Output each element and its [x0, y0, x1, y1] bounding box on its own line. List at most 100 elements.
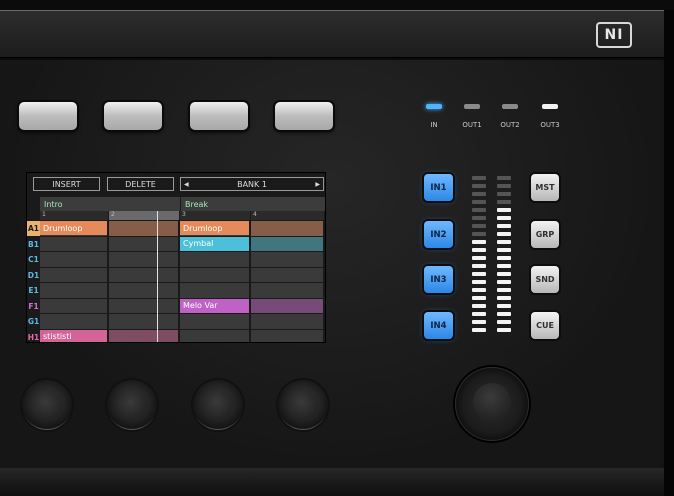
clip-continuation — [109, 221, 178, 236]
clip-slot[interactable] — [251, 314, 323, 329]
knob-cap — [32, 390, 62, 420]
input-button-in1[interactable]: IN1 — [424, 174, 453, 201]
group-label-b1[interactable]: B1 — [27, 237, 40, 252]
encoder-cap — [473, 383, 511, 421]
group-label-e1[interactable]: E1 — [27, 283, 40, 298]
knob-1[interactable] — [22, 380, 72, 430]
meter-left-segment — [472, 192, 486, 196]
clip[interactable]: Drumloop — [40, 221, 107, 235]
meter-right-segment — [497, 264, 511, 268]
clip-slot[interactable] — [109, 283, 178, 298]
clip[interactable]: Melo Var — [180, 298, 249, 313]
meter-right-segment — [497, 256, 511, 260]
meter-right-segment — [497, 192, 511, 196]
bank-label: BANK 1 — [237, 179, 267, 189]
clip[interactable]: Cymbal — [180, 236, 249, 251]
clip[interactable]: Drumloop — [180, 221, 249, 235]
bank-next-icon[interactable]: ▶ — [315, 181, 320, 188]
clip-slot[interactable] — [180, 267, 249, 282]
meter-right-segment — [497, 280, 511, 284]
meter-right-segment — [497, 208, 511, 212]
top-panel — [0, 10, 664, 58]
clip-slot[interactable] — [251, 283, 323, 298]
led-in — [426, 104, 442, 109]
clip-slot[interactable] — [109, 267, 178, 282]
cue-button[interactable]: CUE — [531, 312, 559, 339]
meter-right-segment — [497, 320, 511, 324]
led-out3 — [542, 104, 558, 109]
input-button-in4[interactable]: IN4 — [424, 312, 453, 339]
knob-3[interactable] — [193, 380, 243, 430]
soft-button-2[interactable] — [104, 102, 162, 130]
meter-right-segment — [497, 328, 511, 332]
meter-right-segment — [497, 296, 511, 300]
clip[interactable]: stististi — [40, 329, 107, 342]
soft-button-1[interactable] — [19, 102, 77, 130]
clip-grid: 1 2 3 4 A1 B1 C1 D1 E1 F1 G1 H1 Drumloop Drumloop Cymb… — [27, 211, 325, 342]
meter-right-segment — [497, 248, 511, 252]
led-label: IN — [430, 121, 438, 129]
group-label-d1[interactable]: D1 — [27, 268, 40, 283]
meter-left-segment — [472, 264, 486, 268]
clip-slot[interactable] — [180, 252, 249, 267]
scene-break[interactable]: Break — [181, 197, 325, 211]
meter-left-segment — [472, 216, 486, 220]
meter-right-segment — [497, 216, 511, 220]
meter-right-segment — [497, 312, 511, 316]
knob-4[interactable] — [278, 380, 328, 430]
knob-cap — [117, 390, 147, 420]
snd-button[interactable]: SND — [531, 266, 559, 293]
clip-slot[interactable] — [40, 267, 107, 282]
knob-2[interactable] — [107, 380, 157, 430]
grp-button[interactable]: GRP — [531, 221, 559, 248]
meter-left-segment — [472, 200, 486, 204]
clip-slot[interactable] — [180, 314, 249, 329]
clip-slot[interactable] — [40, 236, 107, 251]
led-label: OUT2 — [500, 121, 520, 129]
clip-slot[interactable] — [109, 236, 178, 251]
clip-slot[interactable] — [109, 298, 178, 313]
meter-left-segment — [472, 296, 486, 300]
soft-button-4[interactable] — [275, 102, 333, 130]
clip-slot[interactable] — [40, 283, 107, 298]
scene-intro[interactable]: Intro — [40, 197, 180, 211]
volume-encoder[interactable] — [455, 367, 529, 441]
meter-left-segment — [472, 224, 486, 228]
meter-left-segment — [472, 312, 486, 316]
mst-button[interactable]: MST — [531, 174, 559, 201]
delete-button[interactable]: DELETE — [107, 177, 174, 191]
meter-right-segment — [497, 240, 511, 244]
bank-selector[interactable]: ◀ BANK 1 ▶ — [180, 177, 324, 191]
input-button-in2[interactable]: IN2 — [424, 221, 453, 248]
clip-continuation — [251, 236, 323, 251]
group-label-a1[interactable]: A1 — [27, 221, 40, 236]
clip-slot[interactable] — [40, 314, 107, 329]
group-label-c1[interactable]: C1 — [27, 252, 40, 267]
clip-slot[interactable] — [251, 267, 323, 282]
clip-slot[interactable] — [251, 329, 323, 342]
clip-slot[interactable] — [180, 329, 249, 342]
group-label-h1[interactable]: H1 — [27, 330, 40, 343]
meter-right-segment — [497, 184, 511, 188]
maschine-device: NI INSERT DELETE ◀ BANK 1 ▶ Intro Break … — [0, 0, 674, 496]
clip-slot[interactable] — [251, 252, 323, 267]
clip-slot[interactable] — [40, 252, 107, 267]
meter-left-segment — [472, 176, 486, 180]
group-label-g1[interactable]: G1 — [27, 314, 40, 329]
clip-slot[interactable] — [180, 283, 249, 298]
meter-left-segment — [472, 272, 486, 276]
insert-button[interactable]: INSERT — [33, 177, 100, 191]
soft-button-3[interactable] — [190, 102, 248, 130]
clip-slot[interactable] — [109, 252, 178, 267]
meter-left-segment — [472, 184, 486, 188]
meter-right-segment — [497, 272, 511, 276]
group-label-f1[interactable]: F1 — [27, 299, 40, 314]
clip-slot[interactable] — [40, 298, 107, 313]
clip-slot[interactable] — [109, 314, 178, 329]
meter-right-segment — [497, 224, 511, 228]
meter-left-segment — [472, 280, 486, 284]
scene-number: 1 — [40, 211, 108, 220]
bank-prev-icon[interactable]: ◀ — [184, 181, 189, 188]
clip-continuation — [251, 298, 323, 313]
input-button-in3[interactable]: IN3 — [424, 266, 453, 293]
